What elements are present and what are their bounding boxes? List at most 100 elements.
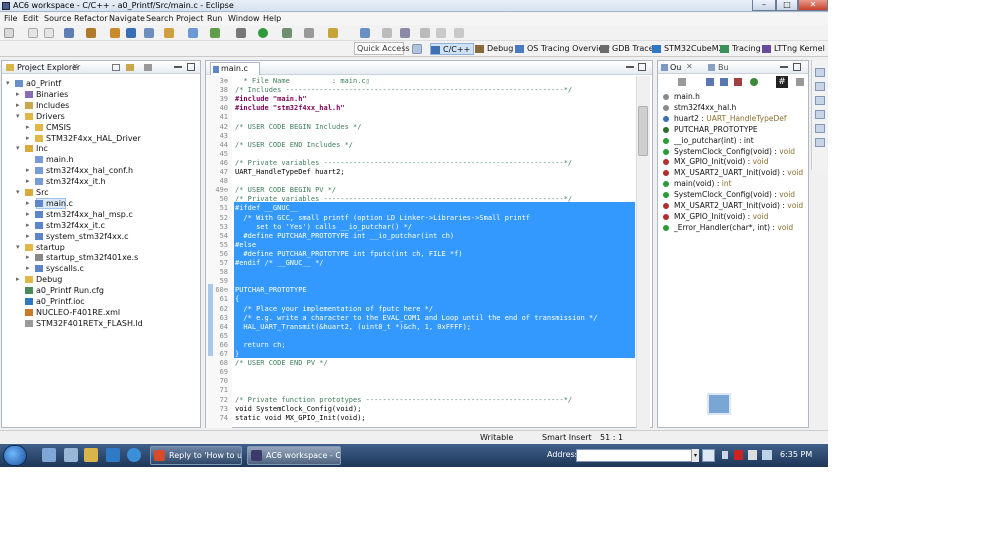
- tree-item[interactable]: ▾ Inc: [2, 143, 198, 154]
- code-line[interactable]: /* USER CODE BEGIN PV */: [235, 186, 635, 195]
- maximize-editor-icon[interactable]: [638, 63, 646, 71]
- build-targets-tab[interactable]: Bu: [718, 63, 729, 72]
- tree-twisty-icon[interactable]: ▸: [26, 176, 30, 187]
- code-line[interactable]: /* Private variables -------------------…: [235, 159, 635, 168]
- code-line[interactable]: /* USER CODE END Includes */: [235, 141, 635, 150]
- code-line[interactable]: /* Private function prototypes ---------…: [235, 396, 635, 405]
- minimize-editor-icon[interactable]: [626, 66, 634, 68]
- code-line[interactable]: [235, 277, 635, 286]
- code-line[interactable]: #ifdef __GNUC__: [235, 204, 635, 213]
- menu-project[interactable]: Project: [176, 14, 203, 23]
- project-explorer-tab[interactable]: Project Explorer: [17, 63, 80, 72]
- code-line[interactable]: [235, 177, 635, 186]
- media-player-icon[interactable]: [106, 448, 120, 462]
- tree-item[interactable]: ▾ startup: [2, 242, 198, 253]
- tree-item[interactable]: main.h: [2, 154, 198, 165]
- code-line[interactable]: #else: [235, 241, 635, 250]
- tree-item[interactable]: NUCLEO-F401RE.xml: [2, 307, 198, 318]
- outline-tab[interactable]: Ou: [670, 63, 681, 72]
- trim-view-icon-1[interactable]: [815, 68, 825, 77]
- tree-item[interactable]: ▸ system_stm32f4xx.c: [2, 231, 198, 242]
- trim-view-icon-2[interactable]: [815, 82, 825, 91]
- perspective-gdb-trace[interactable]: GDB Trace: [600, 43, 654, 55]
- tree-item[interactable]: ▸ Includes: [2, 100, 198, 111]
- tree-item[interactable]: ▸ STM32F4xx_HAL_Driver: [2, 133, 198, 144]
- tree-twisty-icon[interactable]: ▸: [26, 220, 30, 231]
- menu-search[interactable]: Search: [146, 14, 173, 23]
- toggle-mark-icon[interactable]: [382, 28, 392, 38]
- menu-file[interactable]: File: [4, 14, 17, 23]
- code-line[interactable]: #include "main.h": [235, 95, 635, 104]
- code-line[interactable]: void SystemClock_Config(void);: [235, 405, 635, 414]
- address-dropdown-icon[interactable]: ▾: [691, 449, 699, 462]
- minimize-outline-icon[interactable]: [780, 66, 788, 68]
- code-line[interactable]: #define PUTCHAR_PROTOTYPE int fputc(int …: [235, 250, 635, 259]
- tree-twisty-icon[interactable]: ▸: [26, 198, 30, 209]
- hide-static-icon[interactable]: [720, 78, 728, 86]
- code-line[interactable]: set to 'Yes') calls __io_putchar() */: [235, 223, 635, 232]
- trim-view-icon-3[interactable]: [815, 96, 825, 105]
- build-config-icon[interactable]: [64, 28, 74, 38]
- perspective-stm32cubemx[interactable]: STM32CubeMX: [652, 43, 724, 55]
- window-title-bar[interactable]: AC6 workspace - C/C++ - a0_Printf/Src/ma…: [0, 0, 828, 12]
- close-button[interactable]: ✕: [798, 0, 828, 11]
- tree-twisty-icon[interactable]: ▸: [26, 165, 30, 176]
- menu-run[interactable]: Run: [207, 14, 222, 23]
- volume-icon[interactable]: [748, 450, 757, 460]
- quick-access-field[interactable]: Quick Access: [354, 42, 410, 55]
- tree-twisty-icon[interactable]: ▾: [16, 111, 20, 122]
- tree-item[interactable]: ▸ stm32f4xx_hal_conf.h: [2, 165, 198, 176]
- mcu-icon[interactable]: [126, 28, 136, 38]
- code-line[interactable]: [235, 368, 635, 377]
- code-line[interactable]: * File Name : main.c▯: [235, 77, 635, 86]
- code-line[interactable]: [235, 332, 635, 341]
- open-folder-icon[interactable]: [164, 28, 174, 38]
- menu-navigate[interactable]: Navigate: [109, 14, 145, 23]
- menu-source[interactable]: Source: [44, 14, 71, 23]
- code-line[interactable]: {: [235, 295, 635, 304]
- trim-view-icon-4[interactable]: [815, 110, 825, 119]
- tree-twisty-icon[interactable]: ▸: [26, 209, 30, 220]
- code-line[interactable]: /* With GCC, small printf (option LD Lin…: [235, 214, 635, 223]
- task-browser-window[interactable]: Reply to 'How to use...: [150, 446, 242, 465]
- code-line[interactable]: #include "stm32f4xx_hal.h": [235, 104, 635, 113]
- code-line[interactable]: #define PUTCHAR_PROTOTYPE int __io_putch…: [235, 232, 635, 241]
- new-icon[interactable]: [4, 28, 14, 38]
- tree-twisty-icon[interactable]: ▸: [16, 274, 20, 285]
- address-input[interactable]: [576, 449, 698, 462]
- perspective-debug[interactable]: Debug: [475, 43, 513, 55]
- tree-twisty-icon[interactable]: ▸: [16, 100, 20, 111]
- tree-item[interactable]: ▸ stm32f4xx_it.h: [2, 176, 198, 187]
- tree-twisty-icon[interactable]: ▾: [6, 78, 10, 89]
- tree-item[interactable]: ▸ syscalls.c: [2, 263, 198, 274]
- code-line[interactable]: UART_HandleTypeDef huart2;: [235, 168, 635, 177]
- minimize-button[interactable]: –: [752, 0, 776, 11]
- tree-twisty-icon[interactable]: ▸: [26, 133, 30, 144]
- task-eclipse-window[interactable]: AC6 workspace - C/...: [247, 446, 341, 465]
- new-class-icon[interactable]: [188, 28, 198, 38]
- trim-view-icon-5[interactable]: [815, 124, 825, 133]
- next-annotation-icon[interactable]: [400, 28, 410, 38]
- group-includes-icon[interactable]: #: [776, 76, 788, 88]
- hide-non-public-icon[interactable]: [734, 78, 742, 86]
- tree-twisty-icon[interactable]: ▾: [16, 242, 20, 253]
- maximize-button[interactable]: □: [776, 0, 798, 11]
- edit-icon[interactable]: [328, 28, 338, 38]
- trim-view-icon-6[interactable]: [815, 138, 825, 147]
- address-go-icon[interactable]: [702, 449, 715, 462]
- taskbar-window-icon[interactable]: [64, 448, 78, 462]
- perspective-cpp[interactable]: C/C++: [430, 43, 475, 55]
- last-edit-icon[interactable]: [420, 28, 430, 38]
- save-all-icon[interactable]: [44, 28, 54, 38]
- tree-twisty-icon[interactable]: ▸: [26, 231, 30, 242]
- code-line[interactable]: /* e.g. write a character to the EVAL_CO…: [235, 314, 635, 323]
- tree-item[interactable]: ▾ a0_Printf: [2, 78, 198, 89]
- pin-icon[interactable]: [360, 28, 370, 38]
- code-line[interactable]: #endif /* __GNUC__ */: [235, 259, 635, 268]
- back-icon[interactable]: [436, 28, 446, 38]
- outline-view-menu-icon[interactable]: [796, 78, 804, 86]
- hide-fields-icon[interactable]: [706, 78, 714, 86]
- sort-icon[interactable]: [678, 78, 686, 86]
- tree-item[interactable]: a0_Printf Run.cfg: [2, 285, 198, 296]
- new-project-icon[interactable]: [144, 28, 154, 38]
